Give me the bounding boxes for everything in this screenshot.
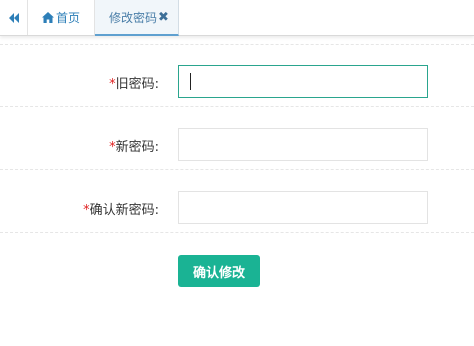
tab-scroll-back-button[interactable] — [0, 0, 28, 35]
form-row-confirm-password: *确认新密码: — [0, 171, 474, 233]
form-row-new-password: *新密码: — [0, 108, 474, 170]
new-password-input[interactable] — [178, 128, 428, 161]
tab-change-password[interactable]: 修改密码 ✖ — [95, 0, 179, 36]
tab-home[interactable]: 首页 — [28, 0, 95, 35]
confirm-change-button[interactable]: 确认修改 — [178, 255, 260, 287]
tab-home-label: 首页 — [56, 11, 81, 25]
old-password-input[interactable] — [178, 65, 428, 98]
tab-change-password-label: 修改密码 — [109, 10, 158, 25]
new-password-label: *新密码: — [109, 140, 159, 155]
close-icon[interactable]: ✖ — [158, 10, 169, 25]
form-row-old-password: *旧密码: — [0, 45, 474, 107]
tab-bar: 首页 修改密码 ✖ — [0, 0, 474, 36]
old-password-label: *旧密码: — [109, 77, 159, 92]
confirm-password-label: *确认新密码: — [83, 203, 159, 218]
confirm-password-input[interactable] — [178, 191, 428, 224]
text-caret — [190, 73, 191, 90]
home-icon — [42, 12, 54, 23]
double-chevron-left-icon — [8, 12, 19, 23]
